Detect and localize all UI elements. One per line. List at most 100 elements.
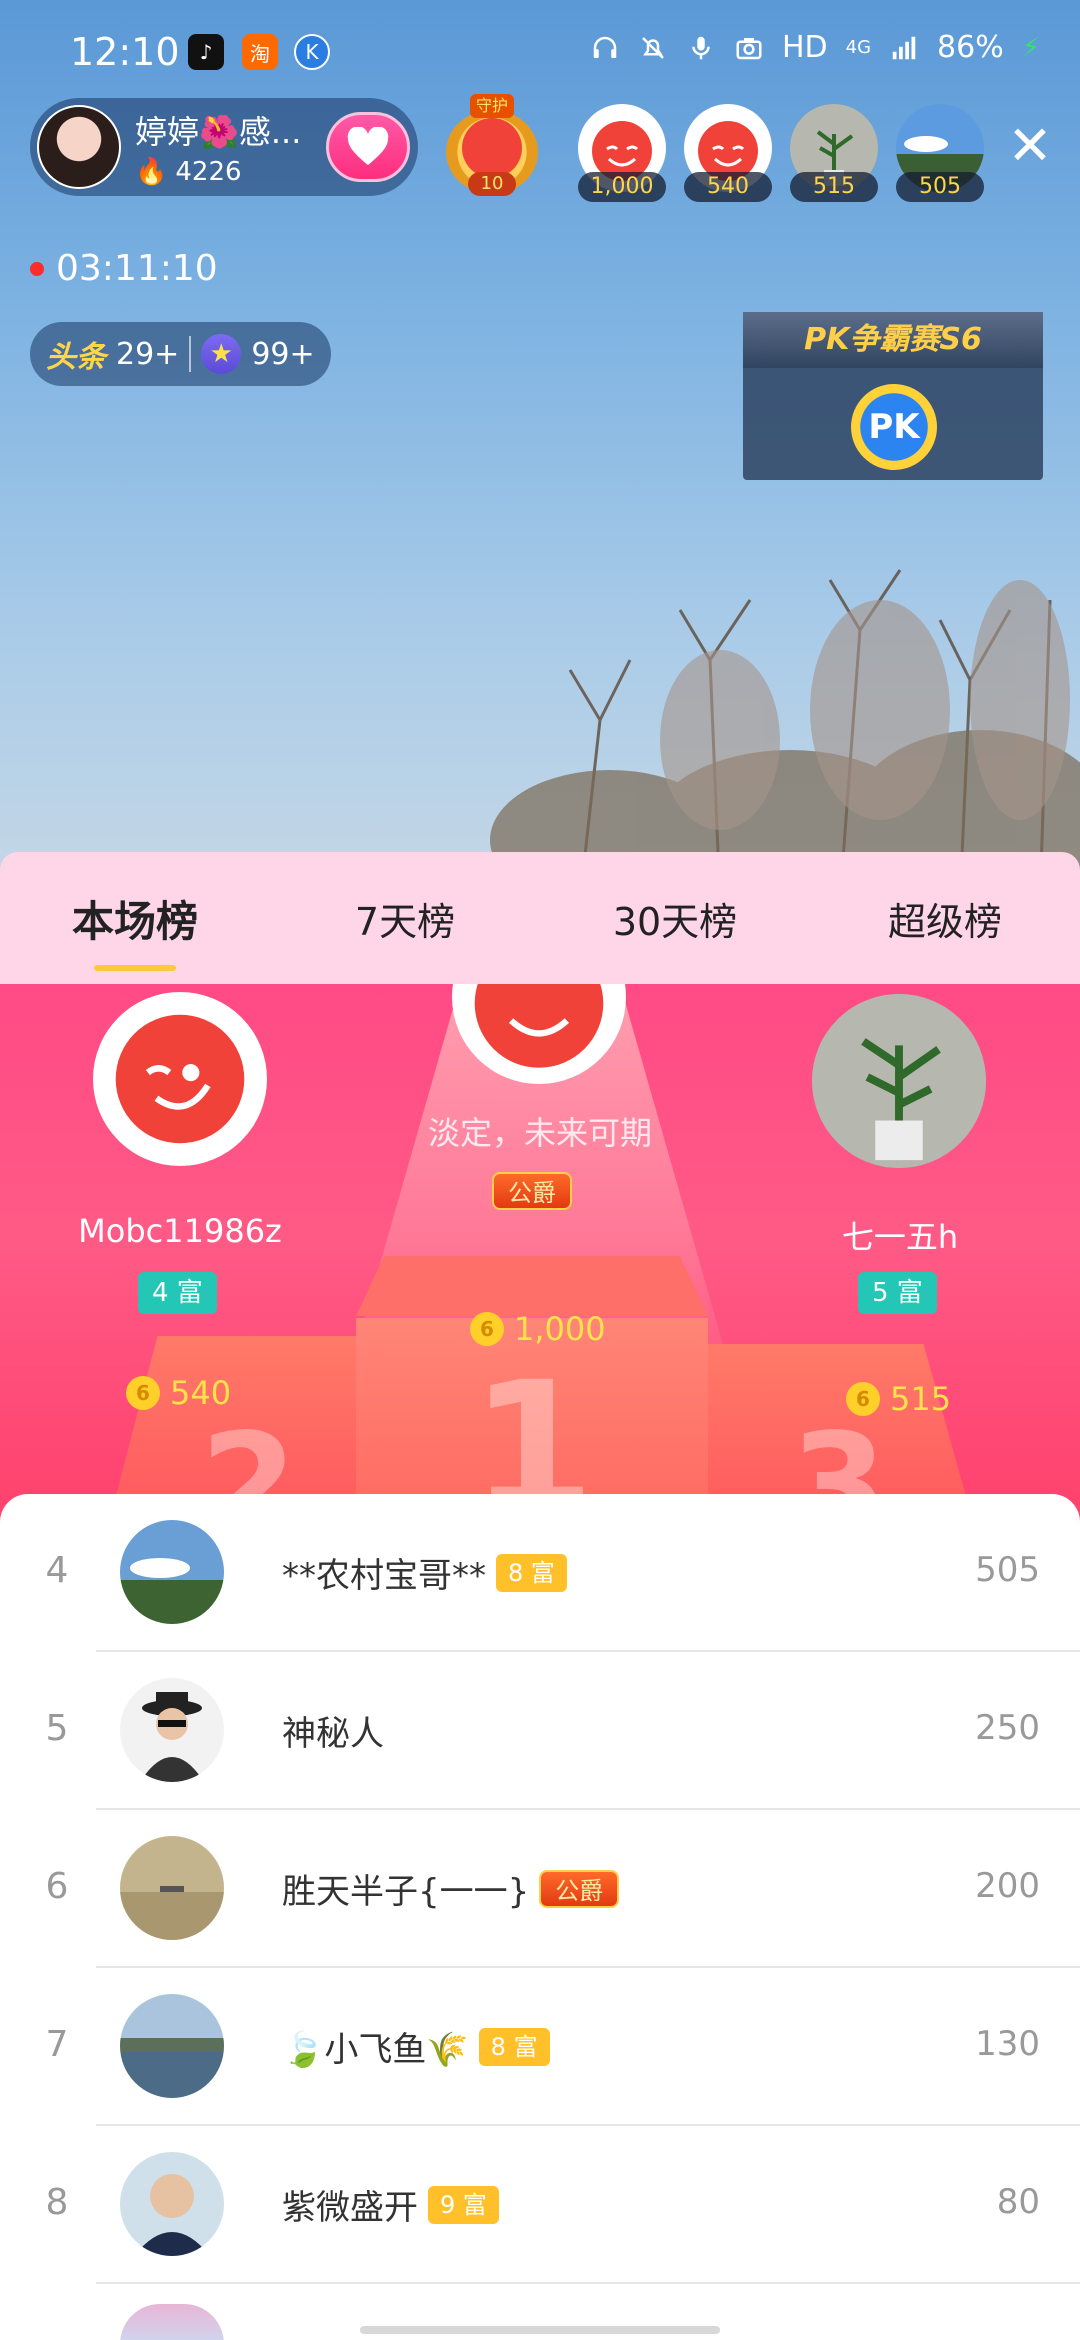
tab-super[interactable]: 超级榜 <box>810 891 1080 946</box>
podium-block-top <box>356 1256 708 1316</box>
coin-icon: 6 <box>846 1382 880 1416</box>
rich-badge: 8 富 <box>478 2027 550 2066</box>
list-rank: 8 <box>45 2182 69 2223</box>
ranking-list: 4 **农村宝哥** 8 富 505 5 神秘人 250 6 胜天半子{一一} 公爵… <box>0 1494 1080 2340</box>
guard-label: 守护 <box>470 94 514 118</box>
tab-30-days[interactable]: 30天榜 <box>540 891 810 946</box>
list-score: 505 <box>975 1550 1040 1590</box>
list-score: 80 <box>996 2182 1040 2222</box>
list-rank: 5 <box>45 1708 69 1749</box>
list-item[interactable]: 7 🍃小飞鱼🌾 8 富 130 <box>0 1968 1080 2126</box>
list-item[interactable]: 4 **农村宝哥** 8 富 505 <box>0 1494 1080 1652</box>
list-name: 紫微盛开 <box>282 2188 418 2228</box>
top-viewer-score: 505 <box>896 172 984 202</box>
top-viewer-4[interactable]: 505 <box>896 104 984 202</box>
duke-badge: 公爵 <box>539 1869 620 1908</box>
host-avatar[interactable] <box>37 105 121 189</box>
tab-7-days[interactable]: 7天榜 <box>270 891 540 946</box>
list-avatar[interactable] <box>120 1678 224 1782</box>
headline-pill[interactable]: 头条 29+ ★ 99+ <box>30 322 331 386</box>
second-place-name: Mobc11986z <box>78 1212 282 1250</box>
duke-badge: 公爵 <box>492 1172 572 1210</box>
tab-this-session[interactable]: 本场榜 <box>0 888 270 971</box>
plant-avatar-icon <box>812 994 986 1168</box>
taobao-icon: 淘 <box>242 34 278 70</box>
host-name: 婷婷🌺感... <box>135 113 302 151</box>
default-avatar-icon <box>474 984 604 1068</box>
list-name: 胜天半子{一一} <box>282 1872 530 1912</box>
list-rank: 6 <box>45 1866 69 1907</box>
ranking-tabs: 本场榜 7天榜 30天榜 超级榜 <box>0 852 1080 984</box>
list-item[interactable]: 5 神秘人 250 <box>0 1652 1080 1810</box>
host-card[interactable]: 婷婷🌺感... 🔥 4226 <box>30 98 418 196</box>
list-name: **农村宝哥** <box>282 1556 486 1596</box>
list-item[interactable]: 8 紫微盛开 9 富 80 <box>0 2126 1080 2284</box>
home-indicator <box>360 2326 720 2334</box>
hd-indicator: HD <box>781 30 828 65</box>
heart-icon <box>347 127 389 166</box>
tiktok-icon: ♪ <box>188 34 224 70</box>
close-icon[interactable]: ✕ <box>1004 119 1056 173</box>
second-place-score: 6 540 <box>126 1374 231 1412</box>
list-name: 🍃小飞鱼🌾 <box>282 2030 469 2070</box>
list-name: 神秘人 <box>282 1714 384 1754</box>
coin-icon: 6 <box>126 1376 160 1410</box>
list-rank: 7 <box>45 2024 69 2065</box>
star-count: 99+ <box>251 336 315 372</box>
flame-icon: 🔥 <box>135 157 168 187</box>
first-place-score: 6 1,000 <box>470 1310 606 1348</box>
podium-section: 1 2 3 淡定，未来可期 公爵 6 1,000 Mobc11986z 4 富 6… <box>0 984 1080 1544</box>
default-avatar-icon <box>115 1014 245 1144</box>
guard-badge[interactable]: 守护 10 <box>438 94 546 198</box>
third-place-badge-wrap: 5 富 <box>858 1272 937 1314</box>
second-place-avatar[interactable] <box>93 992 267 1166</box>
list-score: 200 <box>975 1866 1040 1906</box>
list-score: 250 <box>975 1708 1040 1748</box>
pk-title: PK争霸赛S6 <box>743 312 1043 368</box>
rich-badge: 5 富 <box>858 1272 937 1314</box>
third-place-name: 七一五h <box>841 1218 959 1256</box>
live-timer: 03:11:10 <box>30 248 218 289</box>
list-avatar[interactable] <box>120 1520 224 1624</box>
toutiao-count: 29+ <box>116 336 180 372</box>
status-time: 12:10 <box>70 30 180 74</box>
k-icon: K <box>294 34 330 70</box>
status-bar: 12:10 ♪ 淘 K HD 4G 86% ⚡ <box>0 0 1080 104</box>
signal-icon <box>892 36 916 59</box>
recording-dot-icon <box>30 261 44 276</box>
top-viewer-3[interactable]: 515 <box>790 104 878 202</box>
battery-level: 86% <box>937 30 1004 65</box>
list-item[interactable]: 6 胜天半子{一一} 公爵 200 <box>0 1810 1080 1968</box>
rich-badge: 9 富 <box>428 2185 499 2224</box>
second-place-badge-wrap: 4 富 <box>138 1272 217 1314</box>
list-rank: 4 <box>45 1550 69 1591</box>
rich-badge: 8 富 <box>496 1553 567 1592</box>
network-type: 4G <box>845 37 872 58</box>
first-place-name: 淡定，未来可期 <box>427 1114 652 1152</box>
pk-tournament-widget[interactable]: PK争霸赛S6 PK <box>743 312 1043 480</box>
star-icon: ★ <box>201 334 242 374</box>
list-avatar[interactable] <box>120 1994 224 2098</box>
third-place-avatar[interactable] <box>812 994 986 1168</box>
top-viewer-2[interactable]: 540 <box>684 104 772 202</box>
microphone-icon <box>692 36 710 59</box>
top-viewer-score: 515 <box>790 172 878 202</box>
first-place-badge-wrap: 公爵 <box>492 1172 572 1210</box>
toutiao-icon: 头条 <box>46 340 106 375</box>
list-avatar[interactable] <box>120 2152 224 2256</box>
camera-icon <box>736 37 762 59</box>
coin-icon: 6 <box>470 1312 504 1346</box>
headphones-icon <box>593 36 617 58</box>
list-avatar[interactable] <box>120 1836 224 1940</box>
trees-image <box>490 569 1080 900</box>
list-score: 130 <box>975 2024 1040 2064</box>
pk-button[interactable]: PK <box>851 384 937 470</box>
live-duration: 03:11:10 <box>56 248 218 289</box>
guard-level: 10 <box>468 172 516 196</box>
third-place-score: 6 515 <box>846 1380 951 1418</box>
guard-avatar <box>462 118 522 178</box>
list-avatar[interactable] <box>120 2304 224 2340</box>
top-viewer-1[interactable]: 1,000 <box>578 104 666 202</box>
mute-bell-icon <box>642 36 664 59</box>
follow-button[interactable] <box>326 112 410 182</box>
